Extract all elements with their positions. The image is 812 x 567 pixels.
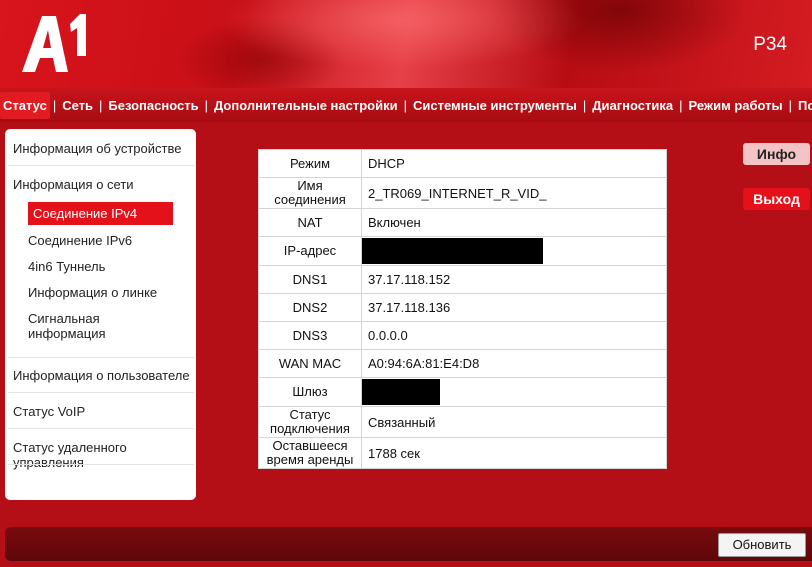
- sidebar-item-user-info[interactable]: Информация о пользователе: [13, 368, 196, 383]
- sidebar-divider: [8, 392, 194, 393]
- row-label: NAT: [258, 208, 362, 237]
- row-value: 2_TR069_INTERNET_R_VID_: [361, 177, 667, 209]
- nav-separator: |: [204, 97, 208, 113]
- row-value: Связанный: [361, 406, 667, 438]
- row-value: [361, 236, 667, 266]
- row-label: DNS1: [258, 265, 362, 294]
- row-value: Включен: [361, 208, 667, 237]
- row-label: Шлюз: [258, 377, 362, 407]
- row-value: 37.17.118.136: [361, 293, 667, 322]
- table-row: Режим DHCP: [258, 149, 667, 178]
- sidebar-divider: [8, 464, 194, 465]
- nav-separator: |: [679, 97, 683, 113]
- table-row: DNS3 0.0.0.0: [258, 321, 667, 350]
- table-row: Статус подключения Связанный: [258, 406, 667, 438]
- nav-separator: |: [99, 97, 103, 113]
- redacted-ip-address: [362, 238, 543, 264]
- row-label: Имя соединения: [258, 177, 362, 209]
- nav-system-tools[interactable]: Системные инструменты: [410, 94, 580, 117]
- nav-separator: |: [403, 97, 407, 113]
- table-row: NAT Включен: [258, 208, 667, 237]
- sidebar-item-voip-status[interactable]: Статус VoIP: [13, 404, 196, 419]
- table-row: Имя соединения 2_TR069_INTERNET_R_VID_: [258, 177, 667, 209]
- sidebar-subitem-ipv4[interactable]: Соединение IPv4: [28, 202, 173, 225]
- nav-mode[interactable]: Режим работы: [686, 94, 786, 117]
- row-value: [361, 377, 667, 407]
- sidebar-divider: [8, 357, 194, 358]
- row-value: DHCP: [361, 149, 667, 178]
- row-value: 37.17.118.152: [361, 265, 667, 294]
- row-value: A0:94:6A:81:E4:D8: [361, 349, 667, 378]
- main-nav: Статус | Сеть | Безопасность | Дополните…: [0, 88, 812, 122]
- row-label: IP-адрес: [258, 236, 362, 266]
- row-label: DNS3: [258, 321, 362, 350]
- table-row: IP-адрес: [258, 236, 667, 266]
- row-label: WAN MAC: [258, 349, 362, 378]
- row-value: 1788 сек: [361, 437, 667, 469]
- nav-network[interactable]: Сеть: [59, 94, 96, 117]
- device-model: P34: [753, 34, 787, 55]
- sidebar-divider: [8, 428, 194, 429]
- table-row: WAN MAC A0:94:6A:81:E4:D8: [258, 349, 667, 378]
- sidebar-subitem-link-info[interactable]: Информация о линке: [28, 285, 157, 300]
- nav-diagnostics[interactable]: Диагностика: [589, 94, 676, 117]
- sidebar-item-remote-status[interactable]: Статус удаленного управления: [13, 440, 196, 470]
- sidebar-subitem-ipv6[interactable]: Соединение IPv6: [28, 233, 132, 248]
- nav-advanced[interactable]: Дополнительные настройки: [211, 94, 401, 117]
- nav-separator: |: [788, 97, 793, 113]
- nav-security[interactable]: Безопасность: [105, 94, 201, 117]
- sidebar-item-network-info[interactable]: Информация о сети: [13, 177, 196, 192]
- redacted-gateway: [362, 379, 440, 405]
- ipv4-connection-table: Режим DHCP Имя соединения 2_TR069_INTERN…: [258, 149, 667, 469]
- row-label: Статус подключения: [258, 406, 362, 438]
- sidebar: Информация об устройстве Информация о се…: [5, 129, 196, 500]
- info-button[interactable]: Инфо: [743, 143, 810, 165]
- nav-status[interactable]: Статус: [0, 91, 50, 119]
- a1-logo: [22, 14, 86, 72]
- footer-bar: [5, 527, 812, 561]
- table-row: Оставшееся время аренды 1788 сек: [258, 437, 667, 469]
- table-row: DNS2 37.17.118.136: [258, 293, 667, 322]
- header-banner: P34: [0, 0, 812, 88]
- row-label: Режим: [258, 149, 362, 178]
- nav-help[interactable]: Помощь: [795, 94, 812, 117]
- sidebar-item-device-info[interactable]: Информация об устройстве: [13, 141, 196, 156]
- sidebar-subitem-signal-info[interactable]: Сигнальная информация: [28, 311, 128, 341]
- nav-separator: |: [582, 97, 587, 113]
- sidebar-subitem-4in6[interactable]: 4in6 Туннель: [28, 259, 105, 274]
- refresh-button[interactable]: Обновить: [718, 533, 806, 557]
- row-label: Оставшееся время аренды: [258, 437, 362, 469]
- row-label: DNS2: [258, 293, 362, 322]
- exit-button[interactable]: Выход: [743, 188, 810, 210]
- table-row: Шлюз: [258, 377, 667, 407]
- nav-separator: |: [52, 97, 57, 113]
- sidebar-divider: [8, 165, 194, 166]
- table-row: DNS1 37.17.118.152: [258, 265, 667, 294]
- row-value: 0.0.0.0: [361, 321, 667, 350]
